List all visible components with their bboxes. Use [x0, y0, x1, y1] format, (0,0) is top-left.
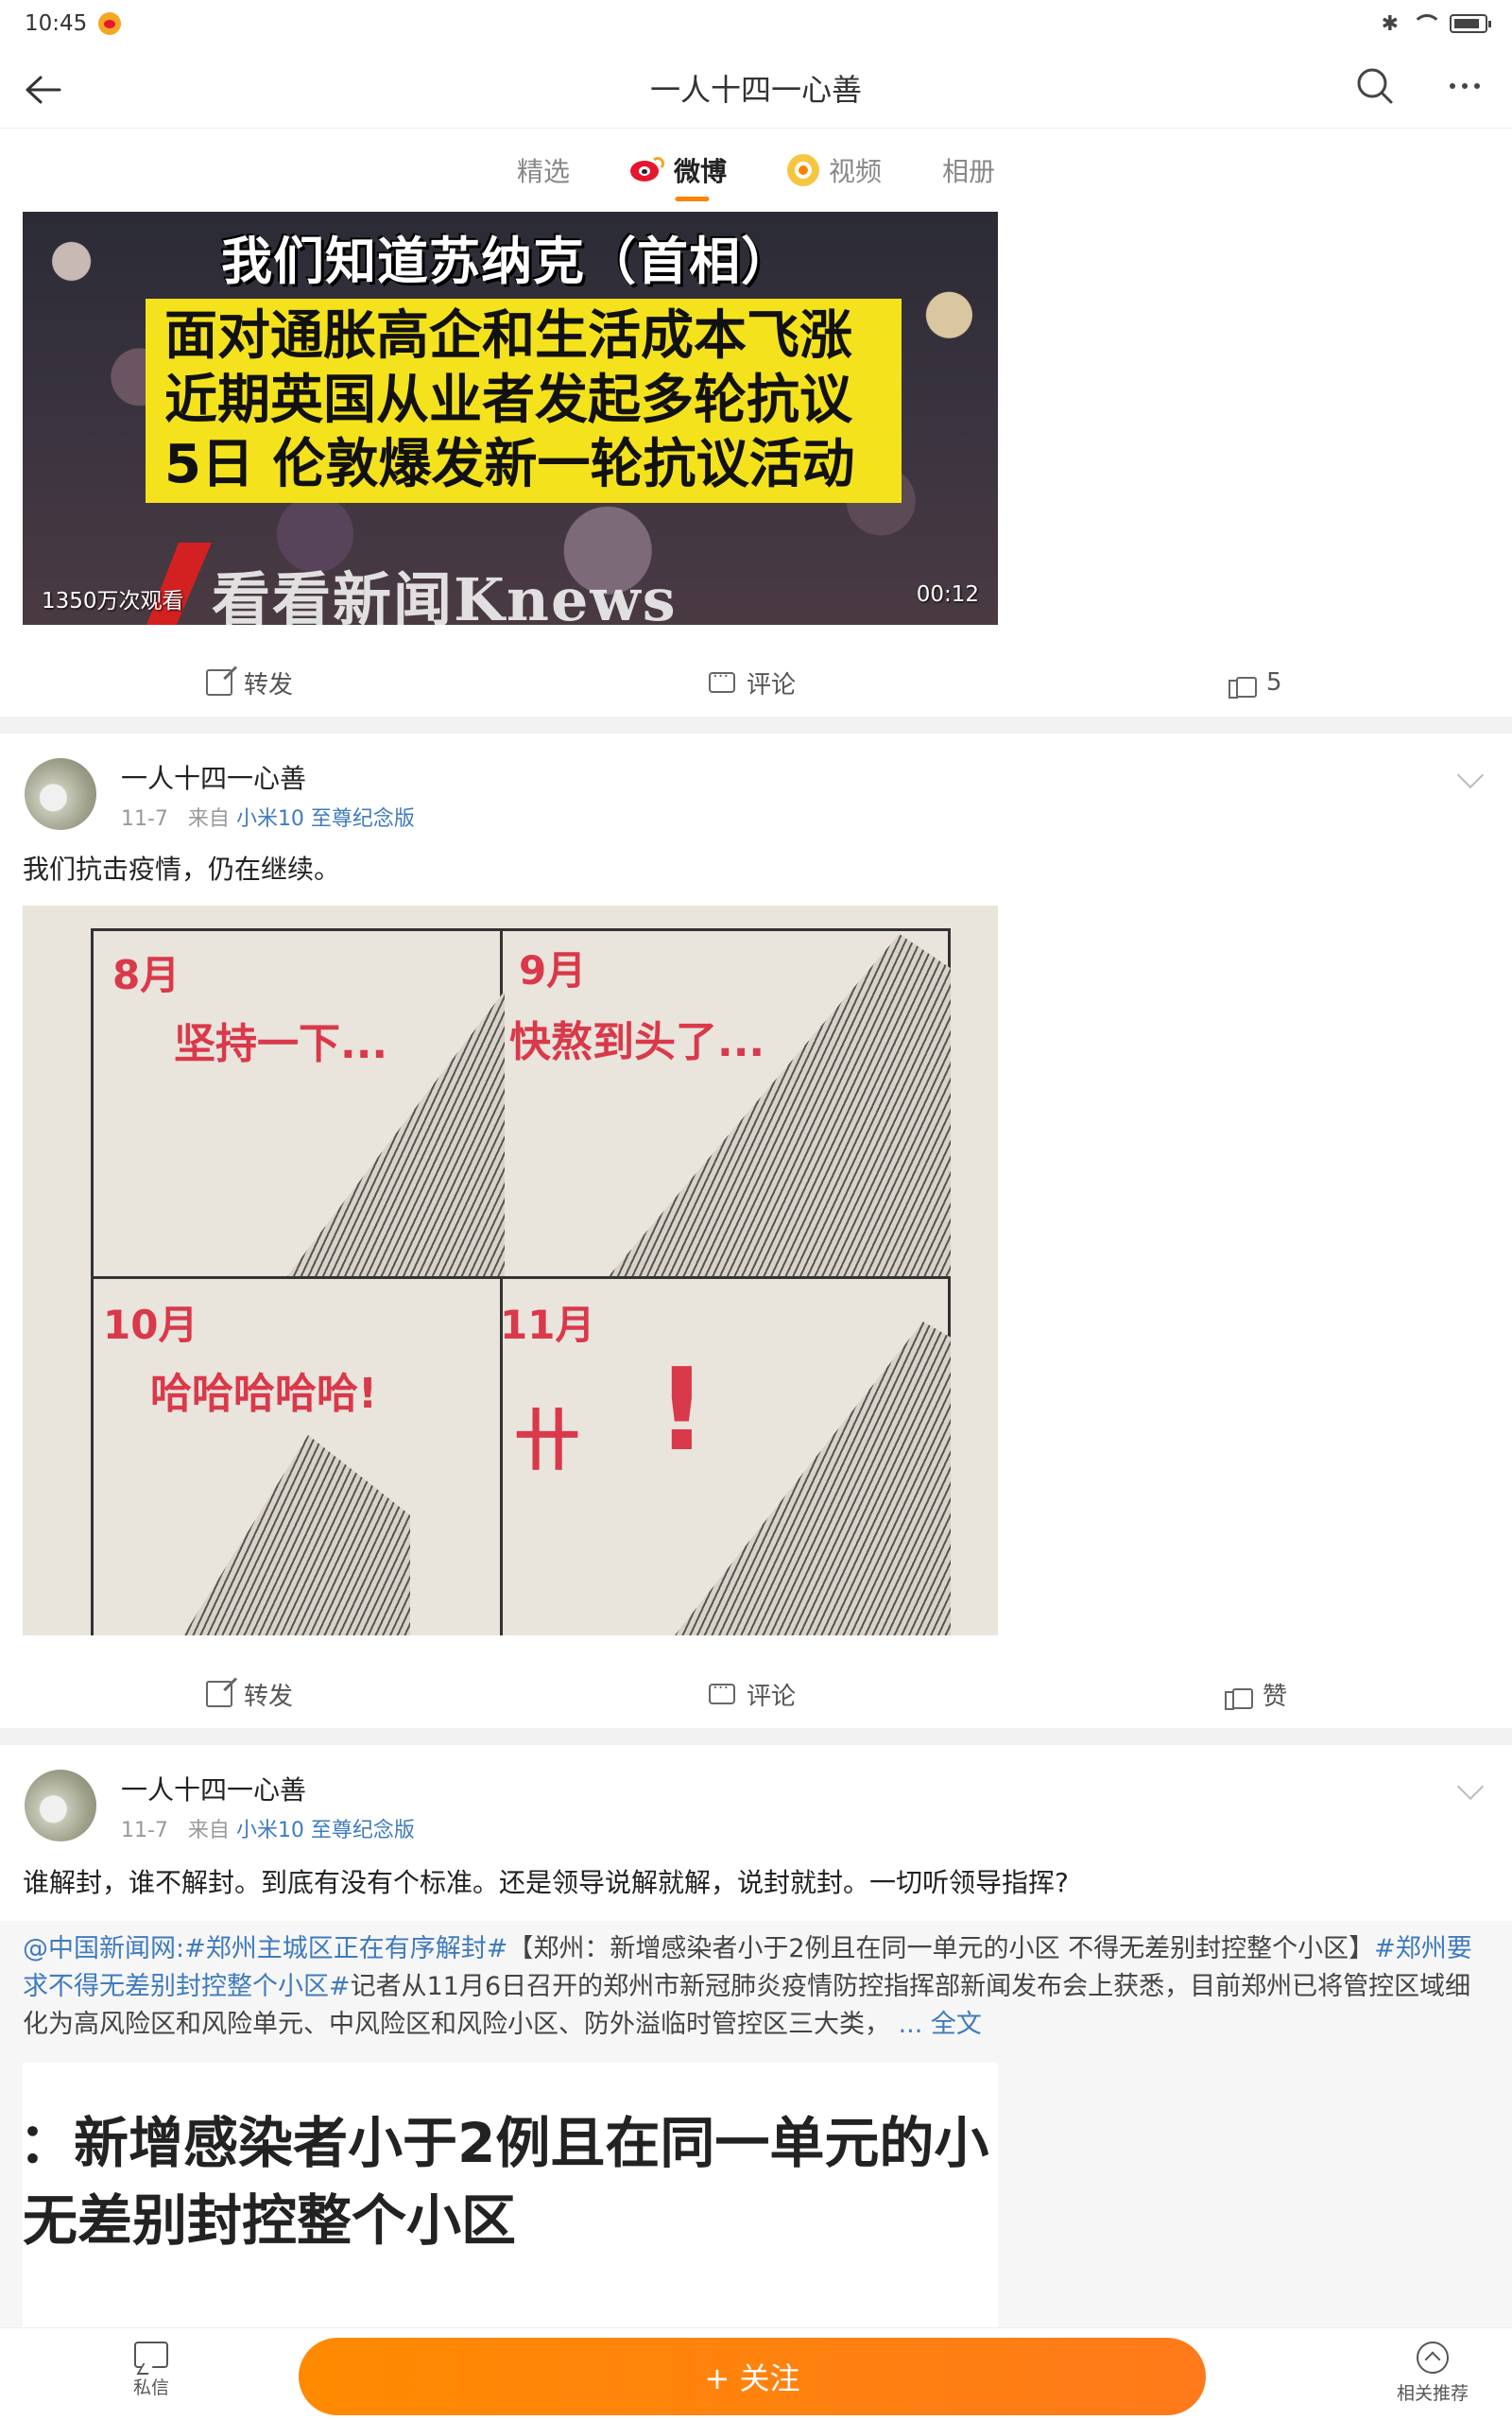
- video-icon: [787, 154, 819, 186]
- share-button[interactable]: 转发: [206, 666, 293, 700]
- thumbs-up-icon: [1225, 1681, 1253, 1710]
- tab-video[interactable]: 视频: [757, 130, 912, 211]
- author-name[interactable]: 一人十四一心善: [121, 758, 306, 796]
- video-subtitle: 面对通胀高企和生活成本飞涨 近期英国从业者发起多轮抗议 5日 伦敦爆发新一轮抗议…: [146, 299, 902, 503]
- post-text: 谁解封，谁不解封。到底有没有个标准。还是领导说解就解，说封就封。一切听领导指挥?: [23, 1867, 1069, 1898]
- repost-image[interactable]: ：新增感染者小于2例且在同一单元的小 无差别封控整个小区: [23, 2063, 998, 2327]
- back-button[interactable]: [19, 66, 66, 113]
- repost-image-text: ：新增感染者小于2例且在同一单元的小: [23, 2111, 989, 2175]
- profile-tabs: 精选 微博 视频 相册: [0, 130, 1512, 211]
- comic-month-label: 10月: [103, 1302, 198, 1348]
- avatar[interactable]: [25, 758, 96, 830]
- weibo-logo-icon: [629, 157, 664, 183]
- avatar[interactable]: [25, 1770, 96, 1841]
- repost-text: @中国新闻网:#郑州主城区正在有序解封#【郑州：新增感染者小于2例且在同一单元的…: [23, 1934, 1472, 2039]
- more-options-button[interactable]: [1436, 62, 1493, 110]
- post-meta: 11-7 来自 小米10 至尊纪念版: [121, 807, 415, 831]
- post-menu-button[interactable]: [1453, 1777, 1487, 1800]
- post-header: 一人十四一心善 11-7 来自 小米10 至尊纪念版: [0, 737, 1512, 832]
- tab-weibo[interactable]: 微博: [600, 130, 757, 211]
- video-duration: 00:12: [916, 582, 979, 607]
- post-text: 我们抗击疫情，仍在继续。: [23, 854, 341, 885]
- thumbs-up-icon: [1228, 669, 1257, 699]
- comic-caption: 哈哈哈哈哈!: [150, 1370, 378, 1418]
- video-thumbnail[interactable]: 我们知道苏纳克（首相） 面对通胀高企和生活成本飞涨 近期英国从业者发起多轮抗议 …: [23, 212, 998, 625]
- share-icon: [206, 669, 232, 696]
- repost-card[interactable]: @中国新闻网:#郑州主城区正在有序解封#【郑州：新增感染者小于2例且在同一单元的…: [0, 1921, 1512, 2327]
- post-menu-button[interactable]: [1453, 766, 1487, 788]
- tab-featured[interactable]: 精选: [487, 130, 600, 211]
- comic-caption: 卄: [514, 1402, 580, 1479]
- battery-icon: [1450, 14, 1491, 33]
- post-image-comic[interactable]: 8月 坚持一下... 9月 快熬到头了... 10月 哈哈哈哈哈! 11月 卄 …: [23, 906, 998, 1635]
- wifi-icon: [1412, 14, 1442, 33]
- message-button[interactable]: 私信: [94, 2342, 208, 2399]
- post-meta: 11-7 来自 小米10 至尊纪念版: [121, 1819, 415, 1842]
- weibo-notification-icon: [98, 12, 122, 35]
- dot-icon: [1462, 83, 1468, 89]
- comment-icon: [709, 1678, 735, 1704]
- post-source[interactable]: 小米10 至尊纪念版: [236, 807, 415, 831]
- comic-divider: [91, 1276, 951, 1279]
- comic-month-label: 11月: [500, 1302, 595, 1348]
- follow-button[interactable]: + 关注: [299, 2338, 1206, 2415]
- search-icon: [1357, 68, 1393, 104]
- comic-exclaim: !: [656, 1345, 708, 1477]
- video-headline: 我们知道苏纳克（首相）: [221, 232, 793, 291]
- like-button[interactable]: 5: [1228, 668, 1282, 699]
- arrow-left-icon: [26, 76, 61, 104]
- post-header: 一人十四一心善 11-7 来自 小米10 至尊纪念版: [0, 1749, 1512, 1843]
- feed-divider: [0, 1728, 1512, 1745]
- dot-icon: [1450, 83, 1455, 89]
- status-time: 10:45: [25, 11, 88, 36]
- related-recommend-button[interactable]: 相关推荐: [1376, 2342, 1489, 2405]
- video-view-count: 1350万次观看: [42, 589, 184, 614]
- search-button[interactable]: [1351, 62, 1399, 110]
- comic-month-label: 8月: [112, 952, 180, 998]
- chevron-up-circle-icon: [1417, 2342, 1449, 2374]
- nav-bar: 一人十四一心善: [0, 47, 1512, 129]
- bottom-bar: 私信 + 关注 相关推荐: [0, 2327, 1512, 2420]
- like-button[interactable]: 赞: [1225, 1677, 1287, 1712]
- repost-image-text: 无差别封控整个小区: [23, 2188, 517, 2253]
- bluetooth-icon: ✱: [1381, 11, 1399, 36]
- post-action-bar: 转发 评论 赞: [0, 1658, 1512, 1730]
- page-title: 一人十四一心善: [649, 71, 862, 108]
- video-brand: 看看新闻Knews: [212, 565, 678, 625]
- dot-icon: [1474, 83, 1480, 89]
- comic-caption: 坚持一下...: [174, 1020, 388, 1068]
- post-source[interactable]: 小米10 至尊纪念版: [236, 1819, 415, 1842]
- status-bar: 10:45 ✱: [0, 0, 1512, 47]
- comic-month-label: 9月: [519, 947, 587, 994]
- feed-divider: [0, 717, 1512, 734]
- post-action-bar: 转发 评论 5: [0, 647, 1512, 718]
- message-icon: [134, 2342, 168, 2368]
- tab-album[interactable]: 相册: [912, 130, 1025, 211]
- author-name[interactable]: 一人十四一心善: [121, 1770, 306, 1807]
- read-more-link[interactable]: ... 全文: [899, 2010, 982, 2039]
- comment-icon: [709, 666, 735, 693]
- comic-caption: 快熬到头了...: [509, 1018, 765, 1066]
- repost-mention[interactable]: @中国新闻网: [23, 1934, 176, 1963]
- repost-topic[interactable]: :#郑州主城区正在有序解封#: [176, 1934, 507, 1963]
- comment-button[interactable]: 评论: [709, 1677, 796, 1712]
- share-button[interactable]: 转发: [206, 1677, 293, 1712]
- share-icon: [206, 1681, 232, 1707]
- comment-button[interactable]: 评论: [709, 666, 796, 700]
